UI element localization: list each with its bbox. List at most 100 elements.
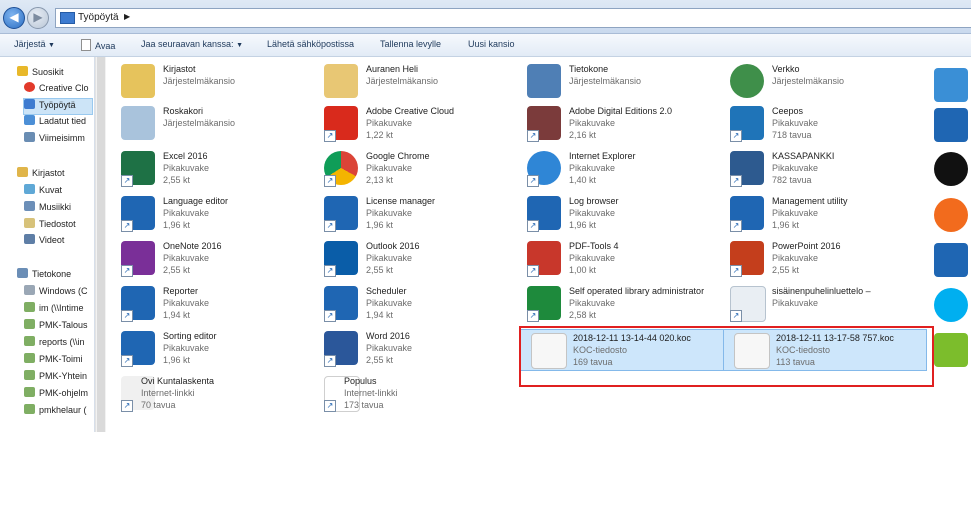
list-item[interactable]: ↗ Management utility Pikakuvake 1,96 kt <box>720 193 920 233</box>
libraries-folder-icon <box>121 64 155 98</box>
app-icon[interactable] <box>934 333 968 367</box>
documents-icon <box>24 218 35 228</box>
nav-item-network-drive[interactable]: im (\\Intime <box>24 302 84 317</box>
list-item[interactable]: ↗ Adobe Digital Editions 2.0 Pikakuvake 2,1… <box>517 103 717 143</box>
list-item[interactable]: ↗ Adobe Creative Cloud Pikakuvake 1,22 kt <box>314 103 514 143</box>
list-item[interactable]: ↗ Populus Internet-linkki 173 tavua <box>314 373 514 413</box>
list-item[interactable]: ↗ Internet Explorer Pikakuvake 1,40 kt <box>517 148 717 188</box>
list-item[interactable]: ↗ Log browser Pikakuvake 1,96 kt <box>517 193 717 233</box>
computer-icon <box>17 268 28 278</box>
nav-item-network-drive[interactable]: PMK-ohjelm <box>24 387 88 402</box>
item-name: Excel 2016 <box>163 151 208 161</box>
nav-item-network-drive[interactable]: PMK-Yhtein <box>24 370 87 385</box>
list-item[interactable]: ↗ Scheduler Pikakuvake 1,94 kt <box>314 283 514 323</box>
back-button[interactable]: ◀ <box>3 7 25 29</box>
nav-item-music[interactable]: Musiikki <box>24 201 71 216</box>
firefox-icon[interactable] <box>934 198 968 232</box>
item-type: Internet-linkki <box>344 388 398 398</box>
list-item[interactable]: ↗ sisäinenpuhelinluettelo – Pikakuvake <box>720 283 920 323</box>
nav-label: Windows (C <box>39 286 88 296</box>
nav-item-creative-cloud[interactable]: Creative Clo <box>24 82 89 97</box>
app-icon[interactable] <box>934 243 968 277</box>
list-item[interactable]: Verkko Järjestelmäkansio <box>720 61 920 101</box>
nav-item-pictures[interactable]: Kuvat <box>24 184 62 199</box>
list-item[interactable]: ↗ Word 2016 Pikakuvake 2,55 kt <box>314 328 514 368</box>
shortcut-arrow-icon: ↗ <box>730 310 742 322</box>
nav-libraries[interactable]: Kirjastot <box>17 167 65 182</box>
list-item[interactable]: ↗ Reporter Pikakuvake 1,94 kt <box>111 283 311 323</box>
share-button[interactable]: Jaa seuraavan kanssa: ▼ <box>141 39 243 49</box>
item-type: Järjestelmäkansio <box>569 76 642 86</box>
nav-scrollbar[interactable] <box>95 57 106 432</box>
item-name: Ceepos <box>772 106 804 116</box>
app-icon[interactable] <box>934 152 968 186</box>
app-icon[interactable] <box>934 68 968 102</box>
organize-label: Järjestä <box>14 39 46 49</box>
item-type: Pikakuvake <box>366 163 413 173</box>
nav-computer[interactable]: Tietokone <box>17 268 71 283</box>
forward-button[interactable]: ▶ <box>27 7 49 29</box>
recent-places-icon <box>24 132 35 142</box>
list-item[interactable]: Tietokone Järjestelmäkansio <box>517 61 717 101</box>
nav-item-videos[interactable]: Videot <box>24 234 64 249</box>
nav-item-documents[interactable]: Tiedostot <box>24 218 76 233</box>
nav-label: Kirjastot <box>32 168 65 178</box>
skype-icon[interactable] <box>934 288 968 322</box>
list-item[interactable]: ↗ License manager Pikakuvake 1,96 kt <box>314 193 514 233</box>
nav-item-network-drive[interactable]: reports (\\in <box>24 336 85 351</box>
item-type: Pikakuvake <box>772 253 819 263</box>
nav-item-drive-c[interactable]: Windows (C <box>24 285 88 300</box>
list-item[interactable]: ↗ Outlook 2016 Pikakuvake 2,55 kt <box>314 238 514 278</box>
list-item[interactable]: ↗ PDF-Tools 4 Pikakuvake 1,00 kt <box>517 238 717 278</box>
list-item[interactable]: ↗ Google Chrome Pikakuvake 2,13 kt <box>314 148 514 188</box>
app-icon[interactable] <box>934 108 968 142</box>
nav-item-desktop[interactable]: Työpöytä <box>23 98 93 115</box>
item-size: 2,13 kt <box>366 175 394 185</box>
nav-item-network-drive[interactable]: PMK-Toimi <box>24 353 83 368</box>
list-item[interactable]: ↗ Self operated library administrator Pika… <box>517 283 717 323</box>
new-folder-button[interactable]: Uusi kansio <box>468 39 515 49</box>
nav-item-recent[interactable]: Viimeisimm <box>24 132 85 147</box>
organize-button[interactable]: Järjestä ▼ <box>14 39 55 49</box>
list-item[interactable]: ↗ Excel 2016 Pikakuvake 2,55 kt <box>111 148 311 188</box>
burn-button[interactable]: Tallenna levylle <box>380 39 441 49</box>
list-item[interactable]: Roskakori Järjestelmäkansio <box>111 103 311 143</box>
network-drive-icon <box>24 336 35 346</box>
email-button[interactable]: Lähetä sähköpostissa <box>267 39 354 49</box>
list-item[interactable]: ↗ Language editor Pikakuvake 1,96 kt <box>111 193 311 233</box>
nav-favorites[interactable]: Suosikit <box>17 66 64 81</box>
list-item[interactable]: ↗ OneNote 2016 Pikakuvake 2,55 kt <box>111 238 311 278</box>
scrollbar-thumb[interactable] <box>97 57 105 432</box>
item-type: Pikakuvake <box>366 208 413 218</box>
highlight-box <box>519 326 934 387</box>
creative-cloud-icon <box>24 82 35 92</box>
list-item[interactable]: ↗ Sorting editor Pikakuvake 1,96 kt <box>111 328 311 368</box>
item-name: Tietokone <box>569 64 609 74</box>
nav-item-network-drive[interactable]: PMK-Talous <box>24 319 88 334</box>
shortcut-arrow-icon: ↗ <box>527 265 539 277</box>
list-item[interactable]: ↗ KASSAPANKKI Pikakuvake 782 tavua <box>720 148 920 188</box>
breadcrumb-desktop[interactable]: Työpöytä <box>78 12 119 23</box>
nav-label: Creative Clo <box>39 83 89 93</box>
nav-label: Musiikki <box>39 202 72 212</box>
item-type: Pikakuvake <box>569 208 616 218</box>
shortcut-arrow-icon: ↗ <box>730 220 742 232</box>
item-type: Pikakuvake <box>163 163 210 173</box>
nav-label: Ladatut tied <box>39 116 87 126</box>
list-item[interactable]: Kirjastot Järjestelmäkansio <box>111 61 311 101</box>
nav-item-network-drive[interactable]: pmkhelaur ( <box>24 404 87 419</box>
item-size: 2,55 kt <box>163 175 191 185</box>
videos-icon <box>24 234 35 244</box>
breadcrumb-arrow-icon[interactable]: ▶ <box>124 12 130 21</box>
list-item[interactable]: ↗ Ovi Kuntalaskenta Internet-linkki 70 tavu… <box>111 373 311 413</box>
nav-item-downloads[interactable]: Ladatut tied <box>24 115 86 130</box>
item-type: Pikakuvake <box>163 298 210 308</box>
address-field[interactable]: Työpöytä ▶ <box>55 8 971 28</box>
nav-label: Videot <box>39 235 65 245</box>
list-item[interactable]: Auranen Heli Järjestelmäkansio <box>314 61 514 101</box>
list-item[interactable]: ↗ PowerPoint 2016 Pikakuvake 2,55 kt <box>720 238 920 278</box>
open-button[interactable]: Avaa <box>81 39 115 51</box>
list-item[interactable]: ↗ Ceepos Pikakuvake 718 tavua <box>720 103 920 143</box>
network-drive-icon <box>24 302 35 312</box>
item-name: OneNote 2016 <box>163 241 222 251</box>
